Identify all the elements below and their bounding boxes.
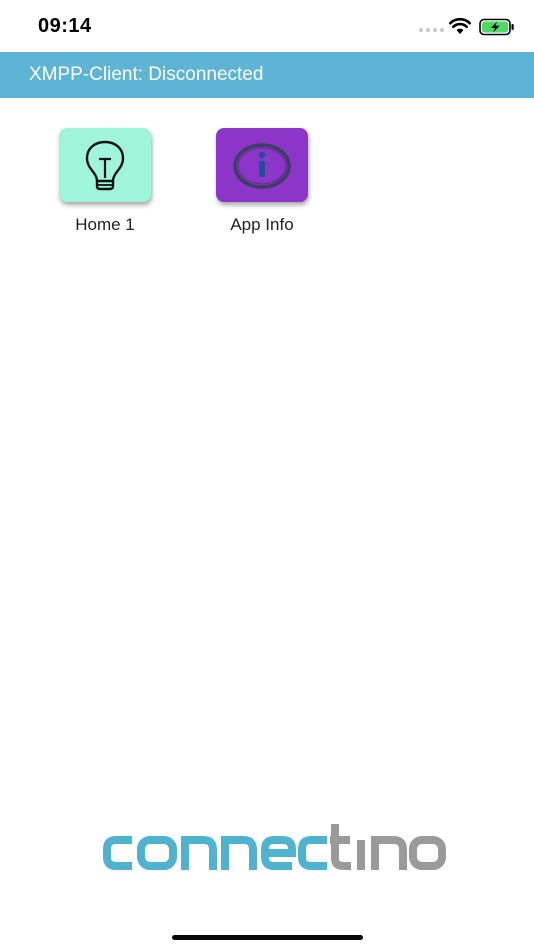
tile-home-1-icon-box[interactable] xyxy=(59,128,151,202)
status-bar: 09:14 xyxy=(0,0,534,52)
tile-home-1[interactable]: Home 1 xyxy=(42,128,162,248)
connection-status-title: XMPP-Client: Disconnected xyxy=(29,64,264,85)
tile-app-info-icon-box[interactable] xyxy=(216,128,308,202)
info-icon xyxy=(233,143,291,189)
wifi-icon xyxy=(449,18,471,34)
lightbulb-icon xyxy=(85,140,125,191)
connectino-logo xyxy=(103,824,446,870)
app-screen: 09:14 XMPP-Client: Disconnected Home 1 A… xyxy=(0,0,534,950)
signal-dots-icon xyxy=(419,28,444,34)
home-indicator[interactable] xyxy=(172,935,363,940)
tile-app-info-label: App Info xyxy=(230,215,294,234)
tile-app-info[interactable]: App Info xyxy=(199,128,319,248)
battery-charging-icon xyxy=(479,18,514,36)
connection-status-header: XMPP-Client: Disconnected xyxy=(0,52,534,98)
status-time: 09:14 xyxy=(38,15,92,37)
tile-home-1-label: Home 1 xyxy=(75,215,135,234)
